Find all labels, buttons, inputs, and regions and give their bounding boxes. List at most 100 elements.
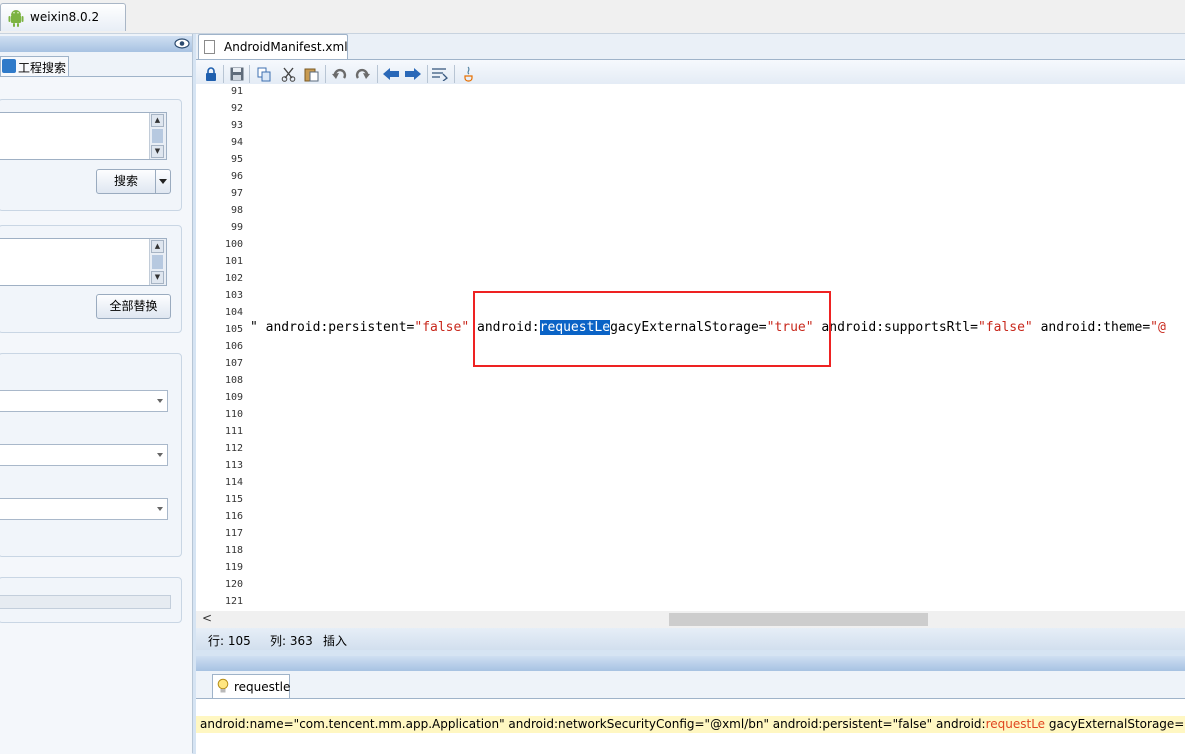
line-number: 105 [224,324,243,335]
arrow-left-icon[interactable] [383,66,399,82]
code-text: " android:persistent= [250,320,415,335]
line-number-gutter: 91 92 93 94 95 96 97 98 99 100 101 102 103 104 105 106 1… [196,84,246,611]
tab-project-search[interactable]: 工程搜索 [0,56,69,76]
lightbulb-icon [217,678,229,693]
line-number: 119 [224,562,243,573]
code-string: "false" [977,320,1033,335]
project-search-body: ▲ ▼ 搜索 ▲ ▼ 全部替换 [0,76,192,754]
replace-input-scrollbar[interactable]: ▲ ▼ [149,239,166,285]
window-tab-bar: weixin8.0.2 [0,0,1185,34]
editor-panel: AndroidManifest.xml 91 92 93 94 95 96 97… [196,34,1185,650]
search-group: ▲ ▼ 搜索 [0,99,182,211]
search-button-label: 搜索 [114,174,139,188]
java-icon[interactable] [461,66,477,82]
option-select-3[interactable] [0,498,168,520]
status-row: 行: 105 [208,634,251,648]
status-insert-mode: 插入 [323,634,348,648]
line-number: 102 [224,273,243,284]
line-number: 120 [224,579,243,590]
search-text-input[interactable]: ▲ ▼ [0,112,167,160]
code-string: "@ [1150,320,1166,335]
search-icon [2,59,16,73]
line-number: 92 [230,103,243,114]
file-icon [204,40,215,54]
window-tab-weixin[interactable]: weixin8.0.2 [0,3,126,31]
line-number: 112 [224,443,243,454]
line-number: 93 [230,120,243,131]
progress-group [0,577,182,623]
scroll-left-icon[interactable]: < [202,611,212,625]
search-dropdown-button[interactable] [155,170,170,193]
code-text: android:theme= [1032,320,1151,335]
scroll-up-icon[interactable]: ▲ [151,240,164,253]
word-wrap-icon[interactable] [432,66,448,82]
scroll-down-icon[interactable]: ▼ [151,271,164,284]
toolbar-separator [427,65,428,83]
scroll-up-icon[interactable]: ▲ [151,114,164,127]
line-number: 113 [224,460,243,471]
line-number: 104 [224,307,243,318]
paste-icon[interactable] [303,66,319,82]
code-string: "false" [414,320,470,335]
left-panel-header [0,36,192,52]
search-input-scrollbar[interactable]: ▲ ▼ [149,113,166,159]
horizontal-scroll-thumb[interactable] [669,613,928,626]
line-number: 118 [224,545,243,556]
horizontal-scrollbar[interactable]: < [196,611,1185,628]
arrow-right-icon[interactable] [405,66,421,82]
line-number: 115 [224,494,243,505]
undo-icon[interactable] [331,66,347,82]
lock-icon[interactable] [203,66,219,82]
scroll-thumb[interactable] [152,255,163,269]
toolbar-separator [249,65,250,83]
line-number: 96 [230,171,243,182]
line-number: 95 [230,154,243,165]
scroll-down-icon[interactable]: ▼ [151,145,164,158]
line-number: 91 [230,86,243,97]
code-area[interactable]: 91 92 93 94 95 96 97 98 99 100 101 102 103 104 105 106 1… [196,84,1185,611]
line-number: 107 [224,358,243,369]
options-group [0,353,182,557]
option-select-1[interactable] [0,390,168,412]
chevron-down-icon [157,507,163,511]
search-result-item[interactable]: android:name="com.tencent.mm.app.Applica… [196,716,1185,733]
eye-icon[interactable] [174,37,190,50]
replace-all-button[interactable]: 全部替换 [96,294,171,319]
line-number: 101 [224,256,243,267]
editor-status-bar: 行: 105 列: 363 插入 [196,628,1185,650]
line-number: 116 [224,511,243,522]
option-select-2[interactable] [0,444,168,466]
tab-search-result[interactable]: requestle [212,674,290,698]
chevron-down-icon [157,399,163,403]
line-number: 106 [224,341,243,352]
scroll-thumb[interactable] [152,129,163,143]
line-number: 97 [230,188,243,199]
copy-icon[interactable] [256,66,272,82]
line-number: 103 [224,290,243,301]
chevron-down-icon [157,453,163,457]
save-icon[interactable] [229,66,245,82]
line-number: 111 [224,426,243,437]
line-number: 109 [224,392,243,403]
cut-icon[interactable] [280,66,296,82]
result-text: android:name="com.tencent.mm.app.Applica… [200,717,986,731]
line-number: 121 [224,596,243,607]
redo-icon[interactable] [354,66,370,82]
left-panel: 工程搜索 ▲ ▼ 搜索 ▲ ▼ 全部替换 [0,34,193,754]
tab-android-manifest[interactable]: AndroidManifest.xml [198,34,348,59]
bottom-panel-header [196,656,1185,671]
editor-toolbar [196,59,1185,85]
line-number: 94 [230,137,243,148]
replace-text-input[interactable]: ▲ ▼ [0,238,167,286]
search-button[interactable]: 搜索 [96,169,171,194]
result-text: gacyExternalStorage="true" a [1048,717,1185,731]
line-number: 110 [224,409,243,420]
line-number: 114 [224,477,243,488]
line-number: 117 [224,528,243,539]
tab-project-search-label: 工程搜索 [18,61,67,75]
result-match: requestLe [985,717,1046,731]
search-result-tab-label: requestle [234,680,291,694]
search-results-panel: requestle android:name="com.tencent.mm.a… [196,671,1185,754]
file-tab-label: AndroidManifest.xml [224,40,348,54]
code-text: android:supportsRtl= [813,320,978,335]
